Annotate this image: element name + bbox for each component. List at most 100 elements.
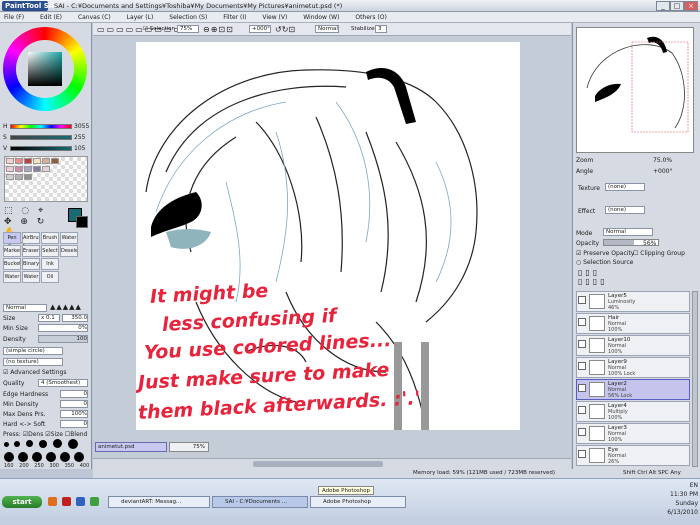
menu-selection[interactable]: Selection (S) [169, 14, 207, 21]
edge-hardness-value[interactable]: 0 [60, 390, 88, 398]
swatch[interactable] [42, 158, 50, 164]
layer-item[interactable]: Layer9 Normal 100% Lock [576, 357, 690, 378]
tool-binary[interactable]: Binary [22, 258, 40, 270]
min-size-value[interactable]: 0% [38, 324, 88, 332]
hue-slider[interactable] [10, 124, 72, 129]
menu-file[interactable]: File (F) [4, 14, 24, 21]
swatch[interactable] [6, 158, 14, 164]
swatch[interactable] [24, 166, 32, 172]
tool-airbrush[interactable]: AirBrush [22, 232, 40, 244]
effect-select[interactable]: (none) [605, 206, 645, 214]
background-color[interactable] [76, 216, 88, 228]
swatch[interactable] [6, 174, 14, 180]
swatch[interactable] [42, 166, 50, 172]
menu-window[interactable]: Window (W) [303, 14, 339, 21]
menu-view[interactable]: View (V) [262, 14, 287, 21]
start-button[interactable]: start [2, 496, 42, 508]
visibility-eye-icon[interactable] [578, 384, 586, 392]
swatch[interactable] [33, 166, 41, 172]
visibility-eye-icon[interactable] [578, 296, 586, 304]
layer-item[interactable]: Layer4 Multiply 100% [576, 401, 690, 422]
brush-preset[interactable] [4, 452, 14, 462]
zoom-buttons[interactable]: ⊖⊕⊡⊡ [203, 23, 234, 36]
brush-preset[interactable] [32, 452, 42, 462]
layer-item[interactable]: Hair Normal 100% [576, 313, 690, 334]
brush-preset[interactable] [18, 452, 28, 462]
visibility-eye-icon[interactable] [578, 340, 586, 348]
menu-edit[interactable]: Edit (E) [40, 14, 62, 21]
brush-preset[interactable] [14, 441, 20, 447]
brush-preset[interactable] [4, 442, 9, 447]
visibility-eye-icon[interactable] [578, 428, 586, 436]
visibility-eye-icon[interactable] [578, 318, 586, 326]
blend-mode-select[interactable]: Normal [3, 304, 47, 312]
max-density-value[interactable]: 100% [60, 410, 88, 418]
brush-texture-select[interactable]: (no texture) [3, 358, 63, 366]
swatch[interactable] [24, 158, 32, 164]
menu-canvas[interactable]: Canvas (C) [78, 14, 111, 21]
tool-water-10[interactable]: Water 10 [22, 271, 40, 283]
pressure-density[interactable]: Dens [28, 431, 43, 438]
brush-shape-icons[interactable]: ▲▲▲▲▲ [50, 303, 88, 312]
swatch[interactable] [15, 174, 23, 180]
menu-layer[interactable]: Layer (L) [127, 14, 154, 21]
texture-select[interactable]: (none) [605, 183, 645, 191]
task-deviantart[interactable]: deviantART: Messag... [108, 496, 210, 508]
selection-checkbox[interactable]: ☑ Selection [143, 23, 175, 36]
layer-item[interactable]: Layer5 Luminosity 46% [576, 291, 690, 312]
tool-marker[interactable]: Marker [3, 245, 21, 257]
menu-others[interactable]: Others (O) [355, 14, 386, 21]
tool-oil-water[interactable]: Oil Water [41, 271, 59, 283]
menu-filter[interactable]: Filter (I) [223, 14, 246, 21]
layer-mode-select[interactable]: Normal [603, 228, 653, 236]
brush-preset[interactable] [68, 439, 78, 449]
maximize-button[interactable]: □ [670, 1, 684, 11]
clipping-group-checkbox[interactable]: ☐ Clipping Group [633, 250, 685, 257]
color-wheel[interactable] [3, 27, 87, 111]
tool-pen[interactable]: Pen [3, 232, 21, 244]
pressure-blend[interactable]: Blend [70, 431, 87, 438]
zoom-select[interactable]: 75% [177, 25, 199, 33]
opera-icon[interactable] [61, 497, 71, 506]
selection-source-checkbox[interactable]: ○ Selection Source [576, 259, 633, 266]
visibility-eye-icon[interactable] [578, 406, 586, 414]
swatch[interactable] [15, 166, 23, 172]
quality-select[interactable]: 4 (Smoothest) [38, 379, 88, 387]
visibility-eye-icon[interactable] [578, 362, 586, 370]
visibility-eye-icon[interactable] [578, 450, 586, 458]
tool-deselect[interactable]: Deselect [60, 245, 78, 257]
brush-preset[interactable] [26, 440, 33, 447]
ie-icon[interactable] [75, 497, 85, 506]
tool-ink-pen[interactable]: Ink Pen [41, 258, 59, 270]
firefox-icon[interactable] [48, 497, 57, 506]
rotation-select[interactable]: +000° [249, 25, 271, 33]
swatch[interactable] [33, 158, 41, 164]
document-tab[interactable]: animetut.psd [95, 442, 167, 452]
swatch[interactable] [15, 158, 23, 164]
brush-preset[interactable] [39, 440, 47, 448]
pressure-size[interactable]: Size [51, 431, 63, 438]
value-slider[interactable] [10, 146, 72, 151]
stabilizer-value[interactable]: 3 [375, 25, 387, 33]
saturation-value-square[interactable] [28, 52, 62, 86]
size-multiplier[interactable]: x 0.1 [38, 314, 60, 322]
navigator-preview[interactable] [576, 27, 694, 153]
density-value[interactable]: 100 [38, 335, 88, 343]
drawing-canvas[interactable]: It might be less confusing if You use co… [136, 42, 520, 430]
rotate-buttons[interactable]: ↺↻⊡ [275, 23, 295, 36]
blend-mode-toolbar[interactable]: Normal [315, 25, 339, 33]
layer-item[interactable]: Layer10 Normal 100% [576, 335, 690, 356]
layer-buttons[interactable]: ▯▯▯ ▯▯▯▯ [578, 268, 658, 286]
min-density-value[interactable]: 0 [60, 400, 88, 408]
brush-shape-select[interactable]: (simple circle) [3, 347, 63, 355]
minimize-button[interactable]: _ [656, 1, 670, 11]
layer-item[interactable]: Layer2 Normal 56% Lock [576, 379, 690, 400]
close-button[interactable]: × [684, 1, 698, 11]
horizontal-scrollbar[interactable] [93, 458, 571, 469]
tool-water-5[interactable]: Water 5 [3, 271, 21, 283]
brush-preset[interactable] [74, 452, 84, 462]
layer-item[interactable]: Eye Normal 26% [576, 445, 690, 466]
brush-preset[interactable] [60, 452, 70, 462]
brush-preset[interactable] [53, 439, 62, 448]
task-sai[interactable]: SAI - C:¥Documents ... [212, 496, 308, 508]
